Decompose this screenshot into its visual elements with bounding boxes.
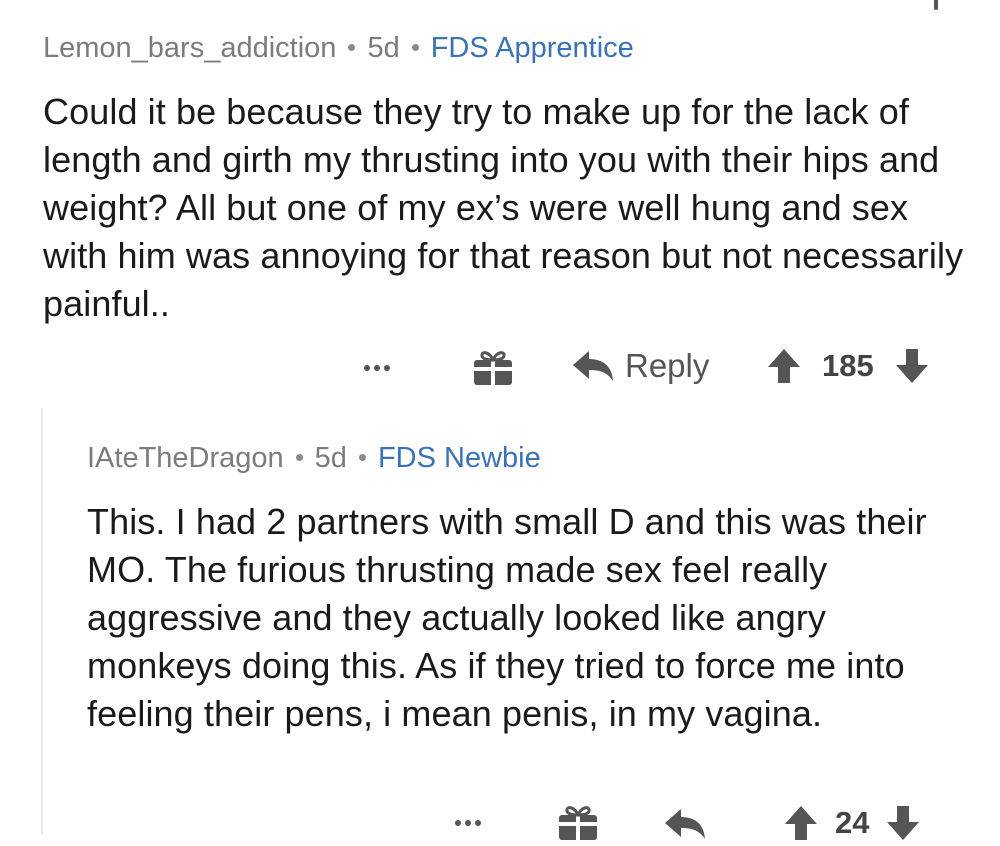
comment-body: This. I had 2 partners with small D and … (87, 501, 927, 734)
upvote-arrow-icon[interactable] (783, 804, 819, 842)
separator-dot (358, 453, 366, 461)
comment-body: Could it be because they try to make up … (43, 91, 964, 324)
ellipsis-icon[interactable] (455, 820, 481, 826)
reply-button[interactable]: Reply (571, 347, 709, 385)
scroll-indicator (934, 0, 938, 10)
reply-label: Reply (625, 347, 710, 384)
reply-arrow-icon (573, 351, 613, 381)
ellipsis-icon[interactable] (364, 365, 390, 371)
gift-icon[interactable] (472, 349, 514, 387)
comment-reply: IAteTheDragon 5d FDS Newbie This. I had 2 … (87, 438, 977, 738)
user-flair: FDS Newbie (377, 442, 541, 474)
separator-dot (295, 453, 303, 461)
separator-dot (348, 43, 356, 51)
username-link[interactable]: Lemon_bars_addiction (43, 32, 336, 64)
comment-age: 5d (367, 32, 400, 64)
upvote-arrow-icon[interactable] (766, 347, 802, 385)
vote-controls: 24 (783, 804, 921, 842)
vote-controls: 185 (766, 347, 930, 385)
comment-actions: Reply 185 (358, 345, 958, 391)
username-link[interactable]: IAteTheDragon (87, 442, 284, 474)
comment-parent: Lemon_bars_addiction 5d FDS Apprentice Cou… (43, 28, 973, 328)
comment-age: 5d (314, 442, 347, 474)
reply-arrow-icon[interactable] (663, 806, 707, 842)
downvote-arrow-icon[interactable] (894, 347, 930, 385)
score-count: 185 (822, 348, 874, 383)
score-count: 24 (835, 805, 870, 840)
thread-line[interactable] (41, 408, 43, 835)
comment-meta: Lemon_bars_addiction 5d FDS Apprentice (43, 28, 973, 68)
comment-meta: IAteTheDragon 5d FDS Newbie (87, 438, 977, 478)
downvote-arrow-icon[interactable] (885, 804, 921, 842)
separator-dot (411, 43, 419, 51)
comment-actions: 24 (445, 800, 975, 846)
gift-icon[interactable] (557, 804, 599, 842)
user-flair: FDS Apprentice (430, 32, 634, 64)
